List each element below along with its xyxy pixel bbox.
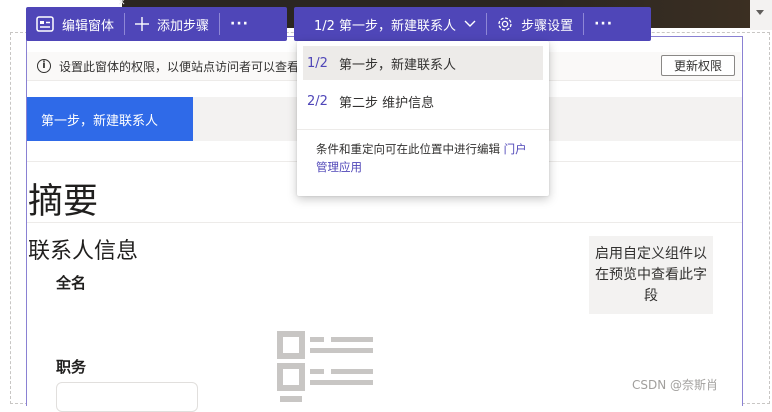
step-dropdown-menu: 1/2 第一步，新建联系人 2/2 第二步 维护信息 条件和重定向可在此位置中进…	[297, 41, 549, 196]
resize-handle-icon[interactable]: ✕	[118, 0, 130, 8]
chevron-down-icon	[464, 20, 476, 28]
step-option-1[interactable]: 1/2 第一步，新建联系人	[303, 46, 543, 80]
field-label-fullname: 全名	[56, 274, 87, 292]
field-label-jobtitle: 职务	[56, 358, 87, 376]
more-options-button[interactable]: ···	[220, 7, 259, 41]
form-toolbar: 编辑窗体 添加步骤 ···	[26, 7, 287, 41]
edit-form-button[interactable]: 编辑窗体	[26, 7, 124, 41]
list-placeholder-icon	[276, 330, 376, 402]
dropdown-divider	[297, 129, 549, 130]
step-option-label: 第二步 维护信息	[339, 95, 435, 111]
edit-form-label: 编辑窗体	[62, 18, 115, 34]
step-option-label: 第一步，新建联系人	[339, 57, 457, 73]
dropdown-note-text: 条件和重定向可在此位置中进行编辑	[316, 142, 504, 156]
more-step-options-button[interactable]: ···	[584, 7, 623, 41]
step-option-number: 1/2	[307, 55, 328, 71]
step-option-2[interactable]: 2/2 第二步 维护信息	[303, 84, 543, 118]
step-selector-label: 1/2 第一步，新建联系人	[314, 18, 457, 34]
step-option-number: 2/2	[307, 93, 328, 109]
step-toolbar: 1/2 第一步，新建联系人 步骤设置 ···	[294, 7, 651, 41]
step-settings-label: 步骤设置	[521, 18, 574, 34]
add-step-button[interactable]: 添加步骤	[125, 7, 219, 41]
step-settings-button[interactable]: 步骤设置	[487, 7, 583, 41]
info-icon: i	[37, 59, 51, 73]
divider	[27, 222, 742, 223]
step-tab-label: 第一步，新建联系人	[41, 113, 159, 129]
dropdown-note: 条件和重定向可在此位置中进行编辑 门户管理应用	[316, 140, 534, 176]
add-step-label: 添加步骤	[157, 18, 210, 34]
vertical-scrollbar[interactable]	[750, 0, 772, 30]
form-icon	[36, 16, 54, 32]
step-selector-dropdown[interactable]: 1/2 第一步，新建联系人	[294, 7, 486, 41]
update-permissions-button[interactable]: 更新权限	[661, 55, 735, 76]
gear-icon	[497, 16, 513, 32]
permissions-message: 设置此窗体的权限，以便站点访问者可以查看	[59, 59, 300, 74]
jobtitle-input[interactable]	[56, 382, 198, 412]
scroll-down-arrow-icon[interactable]	[756, 10, 764, 15]
section-title: 联系人信息	[28, 239, 139, 264]
watermark: CSDN @奈斯肖	[632, 378, 719, 392]
plus-icon	[135, 17, 150, 31]
step-tab-active[interactable]: 第一步，新建联系人	[27, 97, 193, 141]
summary-title: 摘要	[28, 182, 99, 222]
custom-component-note: 启用自定义组件以在预览中查看此字段	[589, 236, 713, 314]
